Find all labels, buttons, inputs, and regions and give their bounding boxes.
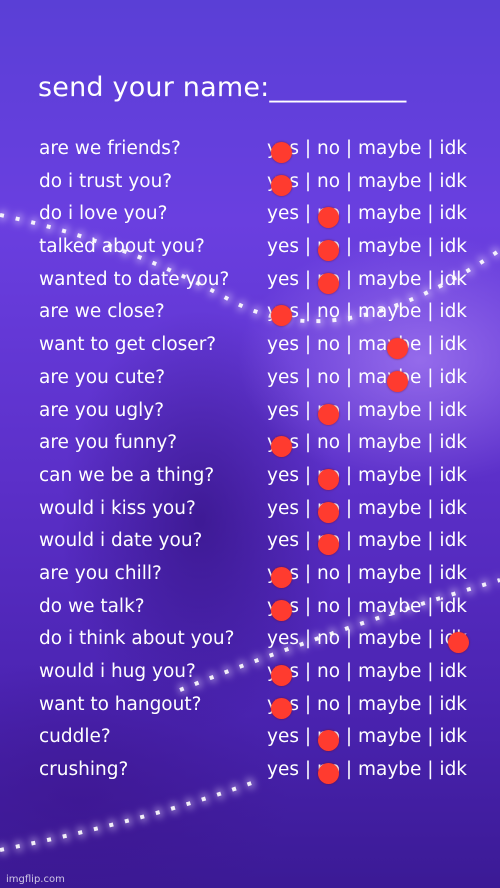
answer-mark-maybe — [387, 370, 408, 392]
question-text: would i date you? — [39, 530, 203, 552]
answer-mark-yes — [271, 305, 292, 327]
answer-options: yes | no | maybe | idk — [267, 203, 468, 225]
question-row: do i trust you? yes | no | maybe | idk — [0, 169, 500, 202]
question-row: do we talk? yes | no | maybe | idk — [0, 594, 500, 627]
question-row: are we close? yes | no | maybe | idk — [0, 299, 500, 332]
answer-options: yes | no | maybe | idk — [267, 759, 468, 781]
question-text: want to get closer? — [39, 334, 217, 356]
question-text: do i think about you? — [39, 628, 235, 650]
answer-mark-no — [318, 534, 339, 556]
answer-options: yes | no | maybe | idk — [267, 661, 468, 682]
question-text: are you cute? — [39, 366, 166, 388]
question-row: wanted to date you? yes | no | maybe | id… — [0, 267, 500, 300]
question-text: do we talk? — [39, 595, 145, 617]
question-row: cuddle? yes | no | maybe | idk — [0, 724, 500, 757]
question-text: do i love you? — [39, 203, 168, 225]
question-text: would i kiss you? — [39, 497, 196, 519]
question-text: cuddle? — [39, 726, 111, 748]
answer-mark-no — [318, 403, 339, 425]
answer-options: yes | no | maybe | idk — [267, 562, 468, 584]
answer-mark-yes — [271, 566, 292, 588]
answer-options: yes | no | maybe | idk — [267, 170, 468, 192]
answer-options: yes | no | maybe | idk — [267, 595, 468, 617]
question-row: would i kiss you? yes | no | maybe | idk — [0, 496, 500, 529]
question-text: wanted to date you? — [39, 268, 230, 290]
answer-options: yes | no | maybe | idk — [267, 399, 468, 421]
answer-options: yes | no | maybe | idk — [267, 628, 468, 650]
question-text: do i trust you? — [39, 170, 173, 192]
answer-mark-yes — [271, 599, 292, 621]
answer-mark-no — [318, 240, 339, 262]
question-row: are we friends? yes | no | maybe | idk — [0, 136, 500, 169]
answer-mark-no — [318, 501, 339, 523]
answer-options: yes | no | maybe | idk — [267, 236, 468, 258]
question-row: can we be a thing? yes | no | maybe | idk — [0, 463, 500, 496]
answer-mark-no — [318, 730, 339, 752]
question-row: would i hug you? yes | no | maybe | idk — [0, 659, 500, 692]
question-text: are we close? — [39, 301, 165, 323]
answer-mark-idk — [448, 632, 469, 654]
question-row: talked about you? yes | no | maybe | idk — [0, 234, 500, 267]
answer-options: yes | no | maybe | idk — [267, 301, 468, 323]
question-text: are you ugly? — [39, 399, 165, 421]
answer-options: yes | no | maybe | idk — [267, 726, 468, 748]
question-row: do i think about you? yes | no | maybe | … — [0, 626, 500, 659]
answer-options: yes | no | maybe | idk — [267, 432, 468, 454]
answer-mark-no — [318, 207, 339, 229]
answer-options: yes | no | maybe | idk — [267, 138, 468, 159]
question-text: are we friends? — [39, 138, 181, 159]
answer-mark-yes — [271, 174, 292, 196]
question-row: are you ugly? yes | no | maybe | idk — [0, 398, 500, 431]
answer-options: yes | no | maybe | idk — [267, 497, 468, 519]
answer-mark-yes — [271, 665, 292, 686]
answer-options: yes | no | maybe | idk — [267, 464, 468, 486]
question-text: would i hug you? — [39, 661, 196, 682]
question-row: are you funny? yes | no | maybe | idk — [0, 430, 500, 463]
answer-options: yes | no | maybe | idk — [267, 334, 468, 356]
question-list: are we friends? yes | no | maybe | idk do … — [0, 136, 500, 790]
question-row: are you chill? yes | no | maybe | idk — [0, 561, 500, 594]
answer-mark-yes — [271, 697, 292, 719]
answer-mark-maybe — [387, 338, 408, 360]
answer-mark-yes — [271, 142, 292, 163]
answer-options: yes | no | maybe | idk — [267, 530, 468, 552]
answer-options: yes | no | maybe | idk — [267, 693, 468, 715]
question-row: do i love you? yes | no | maybe | idk — [0, 201, 500, 234]
question-row: would i date you? yes | no | maybe | idk — [0, 528, 500, 561]
question-row: are you cute? yes | no | maybe | idk — [0, 365, 500, 398]
answer-mark-no — [318, 468, 339, 490]
question-row: want to get closer? yes | no | maybe | id… — [0, 332, 500, 365]
question-row: crushing? yes | no | maybe | idk — [0, 757, 500, 790]
watermark: imgflip.com — [6, 874, 65, 885]
meme-image: send your name:__________ are we friends… — [0, 0, 500, 888]
answer-options: yes | no | maybe | idk — [267, 268, 468, 290]
page-title: send your name:__________ — [38, 72, 407, 103]
question-text: talked about you? — [39, 236, 205, 258]
question-row: want to hangout? yes | no | maybe | idk — [0, 692, 500, 725]
question-text: are you chill? — [39, 562, 162, 584]
answer-mark-yes — [271, 436, 292, 458]
answer-mark-no — [318, 272, 339, 294]
question-text: can we be a thing? — [39, 464, 215, 486]
question-text: crushing? — [39, 759, 129, 781]
question-text: want to hangout? — [39, 693, 202, 715]
question-text: are you funny? — [39, 432, 178, 454]
answer-mark-no — [318, 763, 339, 785]
answer-options: yes | no | maybe | idk — [267, 366, 468, 388]
